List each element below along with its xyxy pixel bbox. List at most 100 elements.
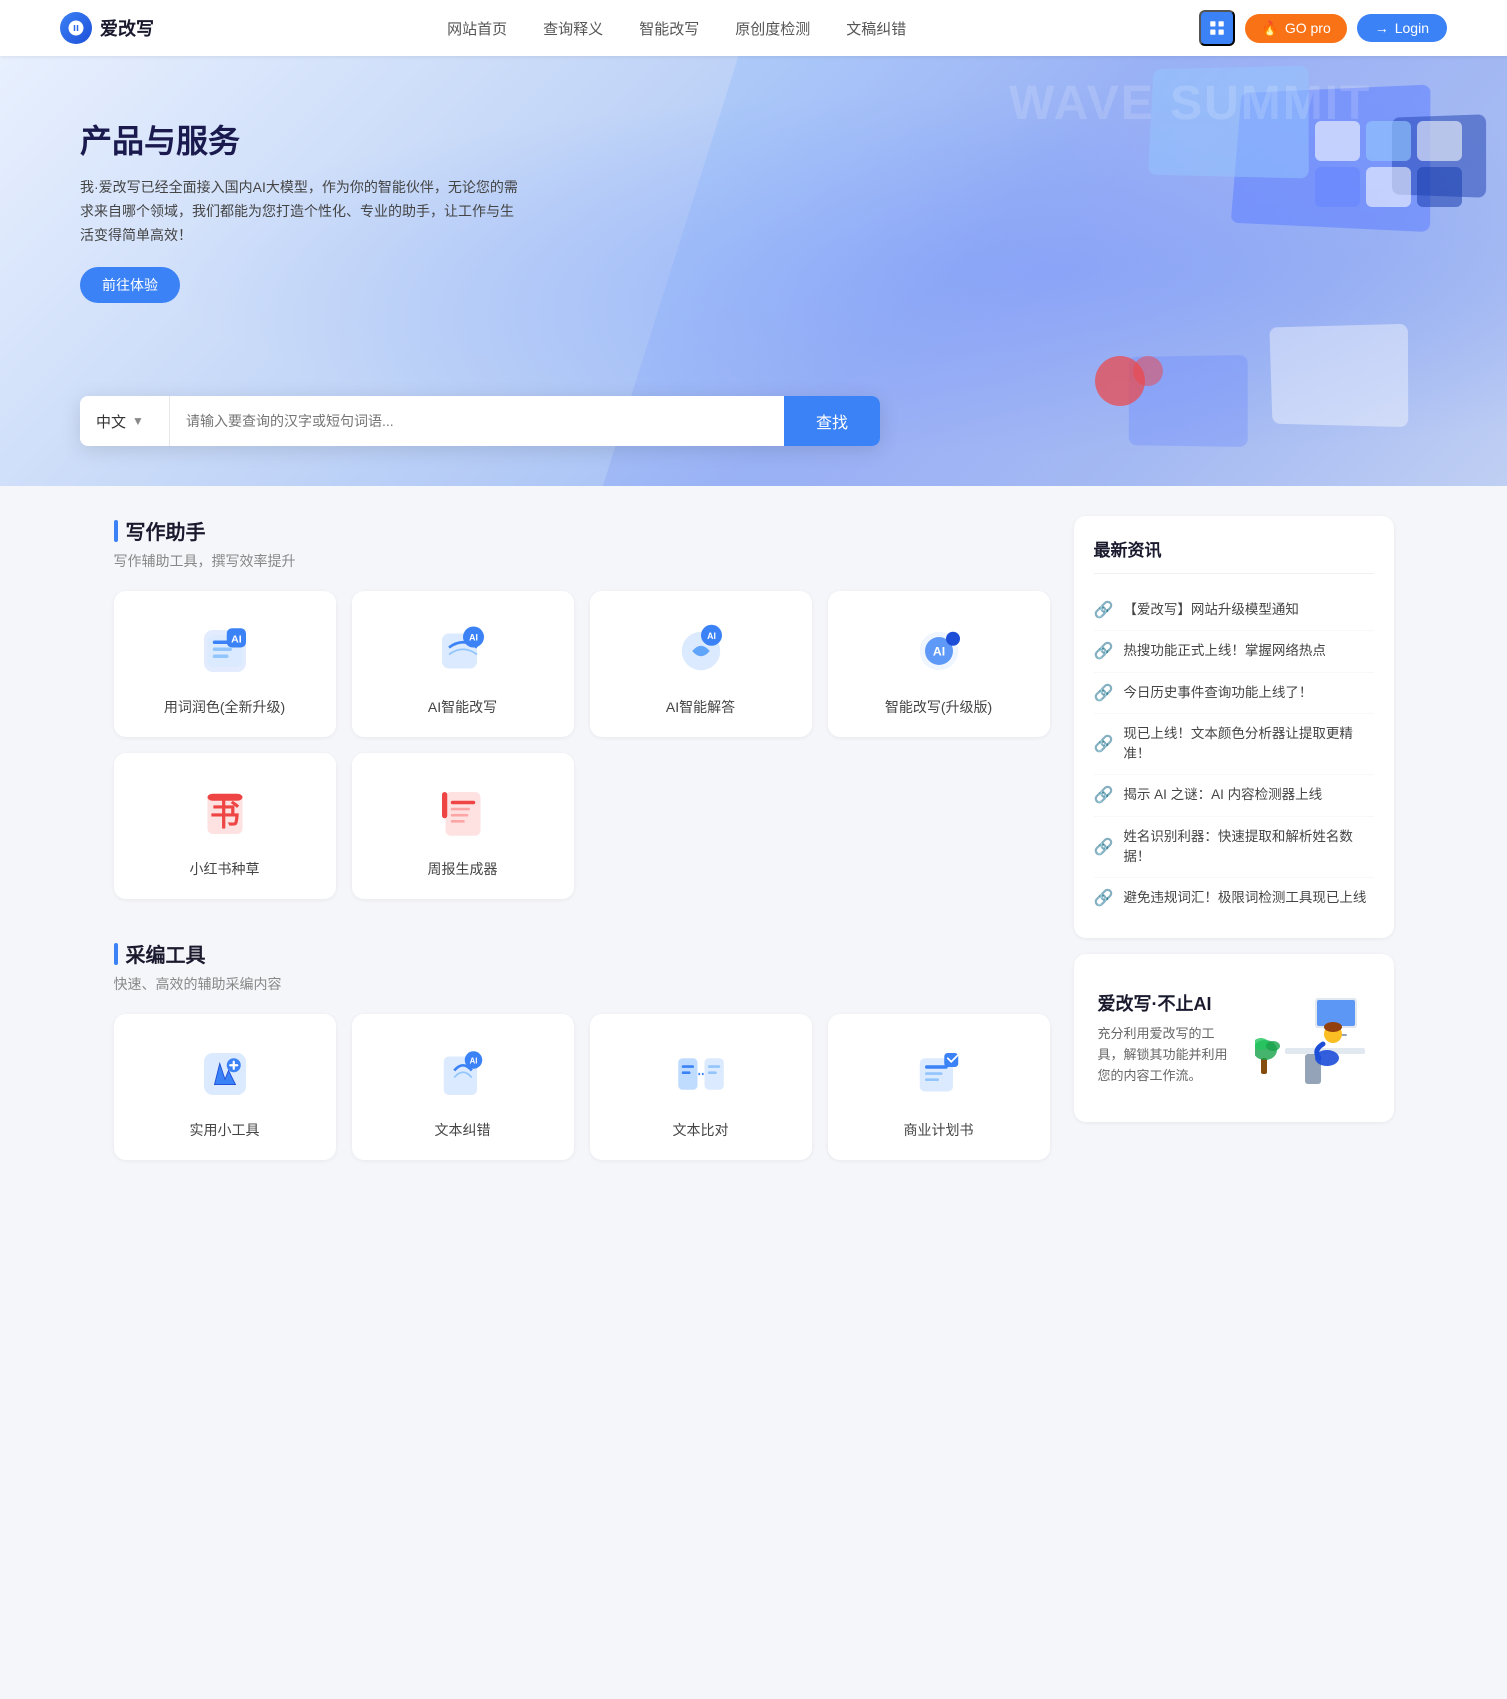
go-pro-label: GO pro — [1285, 20, 1331, 36]
link-icon-5: 🔗 — [1094, 837, 1114, 857]
language-selector[interactable]: 中文 ▼ — [80, 396, 170, 446]
nav-home[interactable]: 网站首页 — [447, 18, 507, 39]
xiaohongshu-label: 小红书种草 — [190, 859, 260, 879]
writing-tools-title: 写作助手 — [114, 516, 1050, 545]
weekly-report-label: 周报生成器 — [428, 859, 498, 879]
lang-label: 中文 — [96, 411, 126, 432]
header-actions: 🔥 GO pro → Login — [1199, 10, 1447, 46]
hero-content: 产品与服务 我·爱改写已经全面接入国内AI大模型，作为你的智能伙伴，无论您的需求… — [0, 56, 600, 363]
link-icon-6: 🔗 — [1094, 888, 1114, 908]
tool-business-plan[interactable]: 商业计划书 — [828, 1014, 1050, 1160]
business-plan-icon — [907, 1042, 971, 1106]
go-pro-button[interactable]: 🔥 GO pro — [1245, 14, 1346, 43]
news-item-5[interactable]: 🔗 姓名识别利器：快速提取和解析姓名数据！ — [1094, 817, 1374, 879]
svg-text:AI: AI — [707, 631, 716, 641]
link-icon-1: 🔗 — [1094, 641, 1114, 661]
tool-ai-rewrite[interactable]: AI AI智能改写 — [352, 591, 574, 737]
practical-label: 实用小工具 — [190, 1120, 260, 1140]
login-button[interactable]: → Login — [1357, 14, 1447, 42]
main-nav: 网站首页 查询释义 智能改写 原创度检测 文稿纠错 — [447, 18, 906, 39]
news-text-2: 今日历史事件查询功能上线了！ — [1123, 683, 1312, 703]
text-correct-svg: AI — [435, 1046, 491, 1102]
news-item-2[interactable]: 🔗 今日历史事件查询功能上线了！ — [1094, 673, 1374, 714]
news-text-1: 热搜功能正式上线！掌握网络热点 — [1123, 641, 1326, 661]
text-compare-icon — [669, 1042, 733, 1106]
smart-rewrite-icon: AI — [907, 619, 971, 683]
news-text-3: 现已上线！文本颜色分析器让提取更精准！ — [1123, 724, 1373, 765]
login-label: Login — [1395, 20, 1429, 36]
caiji-tools-section: 采编工具 快速、高效的辅助采编内容 实用小工具 — [114, 939, 1050, 1160]
search-bar: 中文 ▼ 查找 — [80, 396, 880, 446]
logo[interactable]: 爱改写 — [60, 12, 154, 44]
news-item-6[interactable]: 🔗 避免违规词汇！极限词检测工具现已上线 — [1094, 878, 1374, 918]
practical-svg — [197, 1046, 253, 1102]
link-icon-4: 🔗 — [1094, 785, 1114, 805]
person-desk-svg — [1255, 968, 1365, 1098]
tool-ai-answer[interactable]: AI AI智能解答 — [590, 591, 812, 737]
tool-word-color[interactable]: AI 用词润色(全新升级) — [114, 591, 336, 737]
hero-desc: 我·爱改写已经全面接入国内AI大模型，作为你的智能伙伴，无论您的需求来自哪个领域… — [80, 176, 520, 247]
text-correct-icon: AI — [431, 1042, 495, 1106]
link-icon-2: 🔗 — [1094, 683, 1114, 703]
nav-rewrite[interactable]: 智能改写 — [639, 18, 699, 39]
tool-text-correct[interactable]: AI 文本纠错 — [352, 1014, 574, 1160]
text-compare-svg — [673, 1046, 729, 1102]
tool-practical[interactable]: 实用小工具 — [114, 1014, 336, 1160]
news-item-0[interactable]: 🔗 【爱改写】网站升级模型通知 — [1094, 590, 1374, 631]
login-icon: → — [1375, 20, 1389, 36]
nav-originality[interactable]: 原创度检测 — [735, 18, 810, 39]
word-color-label: 用词润色(全新升级) — [164, 697, 285, 717]
logo-icon — [60, 12, 92, 44]
promo-title: 爱改写·不止AI — [1098, 990, 1234, 1016]
news-text-5: 姓名识别利器：快速提取和解析姓名数据！ — [1123, 827, 1373, 868]
try-button[interactable]: 前往体验 — [80, 267, 180, 303]
text-compare-label: 文本比对 — [673, 1120, 729, 1140]
ai-answer-label: AI智能解答 — [666, 697, 735, 717]
link-icon-0: 🔗 — [1094, 600, 1114, 620]
ai-rewrite-svg: AI — [435, 623, 491, 679]
practical-icon — [193, 1042, 257, 1106]
news-title: 最新资讯 — [1094, 536, 1374, 574]
writing-tools-section: 写作助手 写作辅助工具，撰写效率提升 AI — [114, 516, 1050, 899]
news-item-3[interactable]: 🔗 现已上线！文本颜色分析器让提取更精准！ — [1094, 714, 1374, 776]
logo-text: 爱改写 — [100, 15, 154, 41]
tool-text-compare[interactable]: 文本比对 — [590, 1014, 812, 1160]
weekly-report-icon — [431, 781, 495, 845]
news-item-1[interactable]: 🔗 热搜功能正式上线！掌握网络热点 — [1094, 631, 1374, 672]
svg-text:书: 书 — [210, 799, 240, 832]
writing-tools-desc: 写作辅助工具，撰写效率提升 — [114, 551, 1050, 571]
tool-weekly-report[interactable]: 周报生成器 — [352, 753, 574, 899]
caiji-tools-title: 采编工具 — [114, 939, 1050, 968]
ai-rewrite-icon: AI — [431, 619, 495, 683]
nav-correction[interactable]: 文稿纠错 — [846, 18, 906, 39]
promo-desc: 充分利用爱改写的工具，解锁其功能并利用您的内容工作流。 — [1098, 1024, 1234, 1086]
grid-button[interactable] — [1199, 10, 1235, 46]
logo-svg — [67, 19, 85, 37]
news-card: 最新资讯 🔗 【爱改写】网站升级模型通知 🔗 热搜功能正式上线！掌握网络热点 🔗… — [1074, 516, 1394, 938]
promo-card: 爱改写·不止AI 充分利用爱改写的工具，解锁其功能并利用您的内容工作流。 — [1074, 954, 1394, 1122]
xiaohongshu-svg: 书 — [197, 785, 253, 841]
smart-rewrite-svg: AI — [911, 623, 967, 679]
search-input[interactable] — [170, 396, 784, 446]
smart-rewrite-label: 智能改写(升级版) — [885, 697, 992, 717]
caiji-tools-grid: 实用小工具 AI 文本纠错 — [114, 1014, 1050, 1160]
news-text-4: 揭示 AI 之谜：AI 内容检测器上线 — [1123, 785, 1322, 805]
sidebar-right: 最新资讯 🔗 【爱改写】网站升级模型通知 🔗 热搜功能正式上线！掌握网络热点 🔗… — [1074, 516, 1394, 1200]
ai-rewrite-label: AI智能改写 — [428, 697, 497, 717]
promo-content: 爱改写·不止AI 充分利用爱改写的工具，解锁其功能并利用您的内容工作流。 — [1098, 990, 1234, 1086]
hero-section: WAVE SUMMIT 产品与服务 我·爱改写已经全面接入国内AI大模型，作为你… — [0, 56, 1507, 486]
svg-text:AI: AI — [932, 644, 944, 658]
xiaohongshu-icon: 书 — [193, 781, 257, 845]
text-correct-label: 文本纠错 — [435, 1120, 491, 1140]
tool-smart-rewrite[interactable]: AI 智能改写(升级版) — [828, 591, 1050, 737]
news-text-6: 避免违规词汇！极限词检测工具现已上线 — [1123, 888, 1366, 908]
nav-query[interactable]: 查询释义 — [543, 18, 603, 39]
news-item-4[interactable]: 🔗 揭示 AI 之谜：AI 内容检测器上线 — [1094, 775, 1374, 816]
tool-xiaohongshu[interactable]: 书 小红书种草 — [114, 753, 336, 899]
search-button[interactable]: 查找 — [784, 396, 880, 446]
main-content: 写作助手 写作辅助工具，撰写效率提升 AI — [54, 486, 1454, 1230]
word-color-svg: AI — [197, 623, 253, 679]
hero-title: 产品与服务 — [80, 116, 520, 162]
news-text-0: 【爱改写】网站升级模型通知 — [1123, 600, 1299, 620]
weekly-report-svg — [435, 785, 491, 841]
